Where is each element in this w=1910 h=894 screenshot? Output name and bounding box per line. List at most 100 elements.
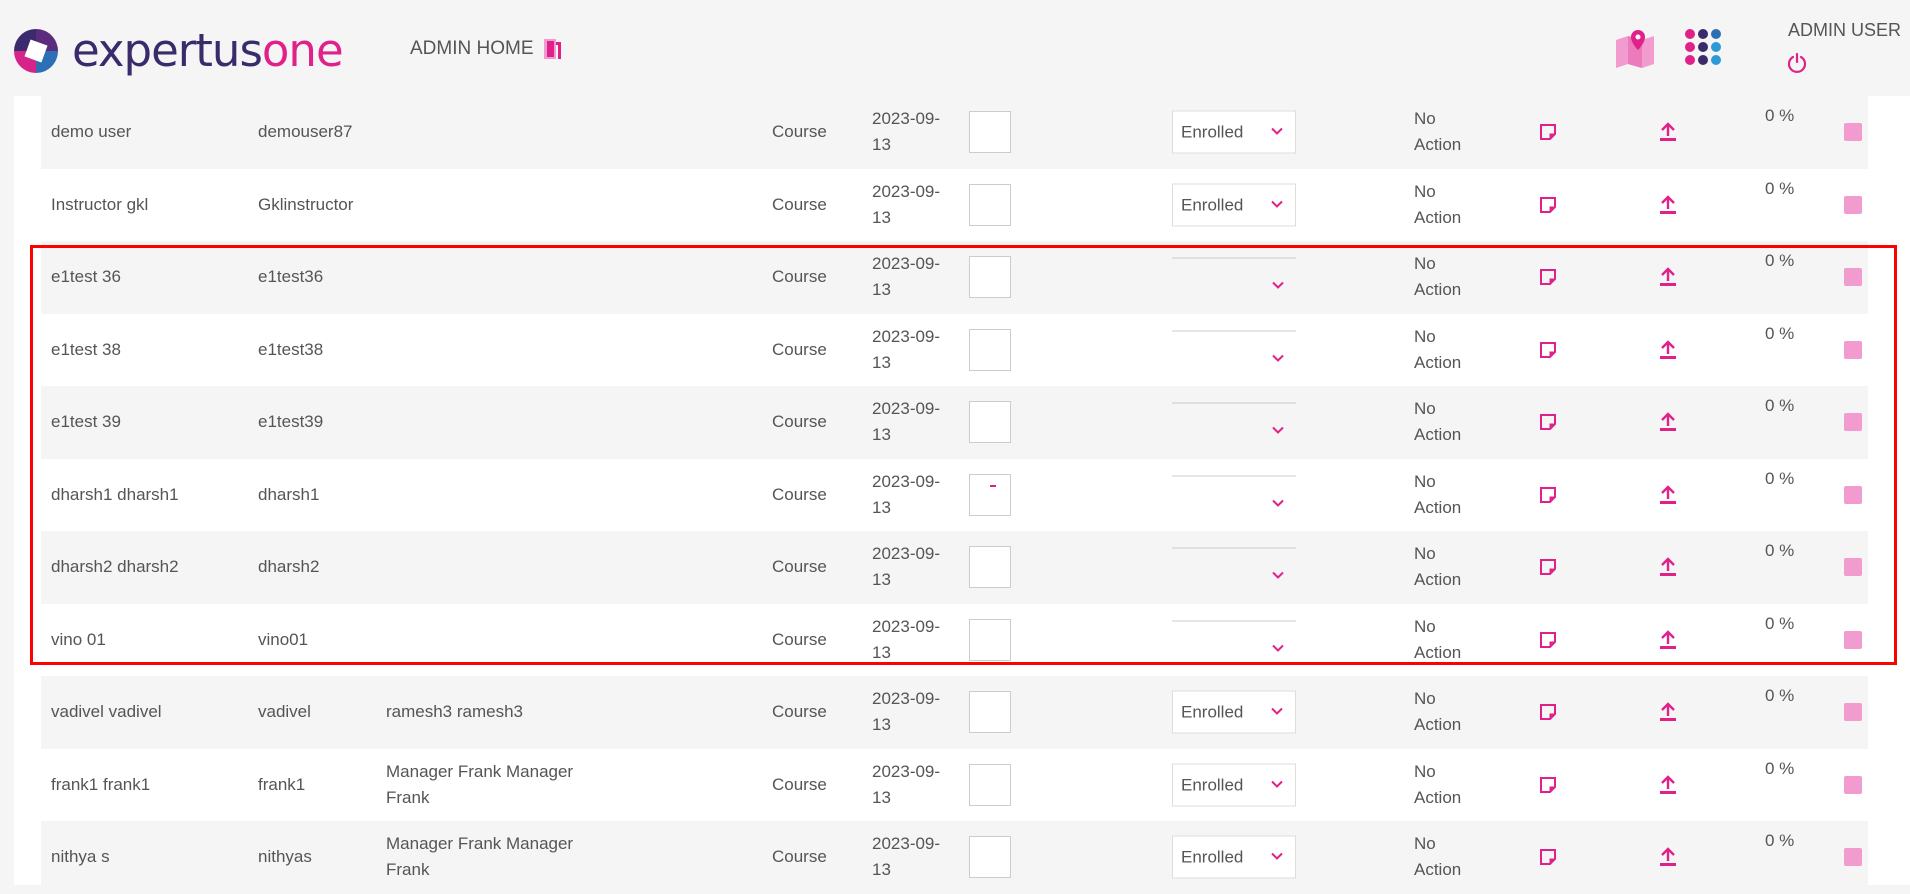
row-select-checkbox[interactable] — [1844, 123, 1862, 142]
row-select-checkbox[interactable] — [1844, 848, 1862, 867]
status-dropdown[interactable] — [1172, 473, 1296, 516]
status-dropdown[interactable]: Enrolled — [1172, 763, 1296, 807]
row-select-checkbox[interactable] — [1844, 268, 1862, 287]
table-row[interactable]: vadivel vadivel vadivel ramesh3 ramesh3 Cou… — [41, 676, 1868, 749]
chevron-down-icon — [1270, 423, 1286, 439]
row-input-box[interactable] — [969, 763, 1011, 806]
table-row[interactable]: Instructor gkl Gklinstructor Course 2023-09… — [41, 168, 1868, 241]
status-dropdown[interactable]: Enrolled — [1172, 183, 1296, 227]
note-icon[interactable] — [1539, 268, 1557, 286]
row-input-box[interactable] — [969, 836, 1011, 879]
table-row[interactable]: e1test 39 e1test39 Course 2023-09- 13 No Actio… — [41, 386, 1868, 459]
row-input-box[interactable] — [969, 546, 1011, 589]
note-icon[interactable] — [1539, 703, 1557, 721]
door-icon[interactable] — [542, 36, 566, 62]
table-row[interactable]: dharsh2 dharsh2 dharsh2 Course 2023-09- 13 No… — [41, 531, 1868, 604]
row-input-box[interactable] — [969, 183, 1011, 226]
table-row[interactable]: frank1 frank1 frank1 Manager Frank Manager… — [41, 748, 1868, 821]
row-select-checkbox[interactable] — [1844, 630, 1862, 649]
table-row[interactable]: e1test 36 e1test36 Course 2023-09- 13 No Actio… — [41, 241, 1868, 314]
status-dropdown-value: Enrolled — [1181, 702, 1244, 722]
table-row[interactable]: dharsh1 dharsh1 dharsh1 Course 2023-09- 13 No… — [41, 458, 1868, 531]
note-icon[interactable] — [1539, 196, 1557, 214]
row-select-checkbox[interactable] — [1844, 340, 1862, 359]
status-dropdown[interactable] — [1172, 401, 1296, 444]
action-status: No Action — [1414, 616, 1462, 662]
row-select-checkbox[interactable] — [1844, 558, 1862, 577]
expertusone-logo[interactable]: expertusone — [14, 24, 344, 77]
upload-icon[interactable] — [1658, 774, 1678, 796]
table-row[interactable]: e1test 38 e1test38 Course 2023-09- 13 No Actio… — [41, 313, 1868, 386]
row-input-box[interactable] — [969, 691, 1011, 734]
upload-icon[interactable] — [1658, 121, 1678, 143]
upload-icon[interactable] — [1658, 556, 1678, 578]
chevron-down-icon — [1270, 350, 1286, 366]
row-select-checkbox[interactable] — [1844, 195, 1862, 214]
row-input-box[interactable] — [969, 256, 1011, 299]
enrollment-date: 2023-09- 13 — [872, 834, 941, 880]
upload-icon[interactable] — [1658, 194, 1678, 216]
admin-home-link[interactable]: ADMIN HOME — [410, 38, 534, 60]
chevron-down-icon — [1270, 640, 1286, 656]
upload-icon[interactable] — [1658, 411, 1678, 433]
status-dropdown[interactable] — [1172, 256, 1296, 299]
note-icon[interactable] — [1539, 631, 1557, 649]
row-select-checkbox[interactable] — [1844, 703, 1862, 722]
row-select-checkbox[interactable] — [1844, 413, 1862, 432]
learner-username: nithyas — [258, 847, 312, 867]
upload-icon[interactable] — [1658, 846, 1678, 868]
note-icon[interactable] — [1539, 413, 1557, 431]
learner-username: dharsh2 — [258, 557, 320, 577]
status-dropdown[interactable] — [1172, 546, 1296, 589]
note-icon[interactable] — [1539, 486, 1557, 504]
upload-icon[interactable] — [1658, 339, 1678, 361]
admin-user-label[interactable]: ADMIN USER — [1788, 20, 1901, 41]
action-status: No Action — [1414, 399, 1462, 445]
status-dropdown[interactable]: Enrolled — [1172, 835, 1296, 879]
progress-percent: 0 % — [1765, 831, 1795, 850]
apps-grid-icon[interactable] — [1684, 28, 1728, 72]
row-input-box[interactable] — [969, 473, 1011, 516]
enrollment-type: Course — [772, 267, 827, 287]
upload-icon[interactable] — [1658, 484, 1678, 506]
table-row[interactable]: demo user demouser87 Course 2023-09- 13 Enrol… — [41, 96, 1868, 169]
row-input-box[interactable] — [969, 328, 1011, 371]
learner-username: Gklinstructor — [258, 194, 354, 214]
action-status: No Action — [1414, 761, 1462, 807]
enrollment-date: 2023-09- 13 — [872, 616, 941, 662]
enrollment-date: 2023-09- 13 — [872, 689, 941, 735]
power-icon[interactable] — [1786, 52, 1808, 74]
learner-username: demouser87 — [258, 122, 353, 142]
enrollment-date: 2023-09- 13 — [872, 399, 941, 445]
learner-name: e1test 36 — [51, 267, 121, 287]
learner-username: vadivel — [258, 702, 311, 722]
row-select-checkbox[interactable] — [1844, 775, 1862, 794]
table-row[interactable]: nithya s nithyas Manager Frank Manager Fra… — [41, 821, 1868, 894]
note-icon[interactable] — [1539, 558, 1557, 576]
enrollment-date: 2023-09- 13 — [872, 181, 941, 227]
dropdown-underline — [1172, 547, 1296, 549]
enrollment-type: Course — [772, 774, 827, 794]
table-row[interactable]: vino 01 vino01 Course 2023-09- 13 No Action 0 % — [41, 603, 1868, 676]
status-dropdown[interactable]: Enrolled — [1172, 110, 1296, 154]
note-icon[interactable] — [1539, 123, 1557, 141]
status-dropdown-value: Enrolled — [1181, 195, 1244, 215]
status-dropdown[interactable]: Enrolled — [1172, 690, 1296, 734]
note-icon[interactable] — [1539, 341, 1557, 359]
row-input-box[interactable] — [969, 401, 1011, 444]
upload-icon[interactable] — [1658, 701, 1678, 723]
note-icon[interactable] — [1539, 776, 1557, 794]
map-icon[interactable] — [1614, 28, 1658, 68]
row-input-box[interactable] — [969, 111, 1011, 154]
status-dropdown[interactable] — [1172, 328, 1296, 371]
row-input-box[interactable] — [969, 618, 1011, 661]
status-dropdown-value: Enrolled — [1181, 775, 1244, 795]
note-icon[interactable] — [1539, 848, 1557, 866]
upload-icon[interactable] — [1658, 266, 1678, 288]
logo-text: expertusone — [72, 24, 344, 77]
status-dropdown[interactable] — [1172, 618, 1296, 661]
progress-percent: 0 % — [1765, 323, 1795, 343]
upload-icon[interactable] — [1658, 629, 1678, 651]
chevron-down-icon — [1269, 196, 1285, 212]
row-select-checkbox[interactable] — [1844, 485, 1862, 504]
